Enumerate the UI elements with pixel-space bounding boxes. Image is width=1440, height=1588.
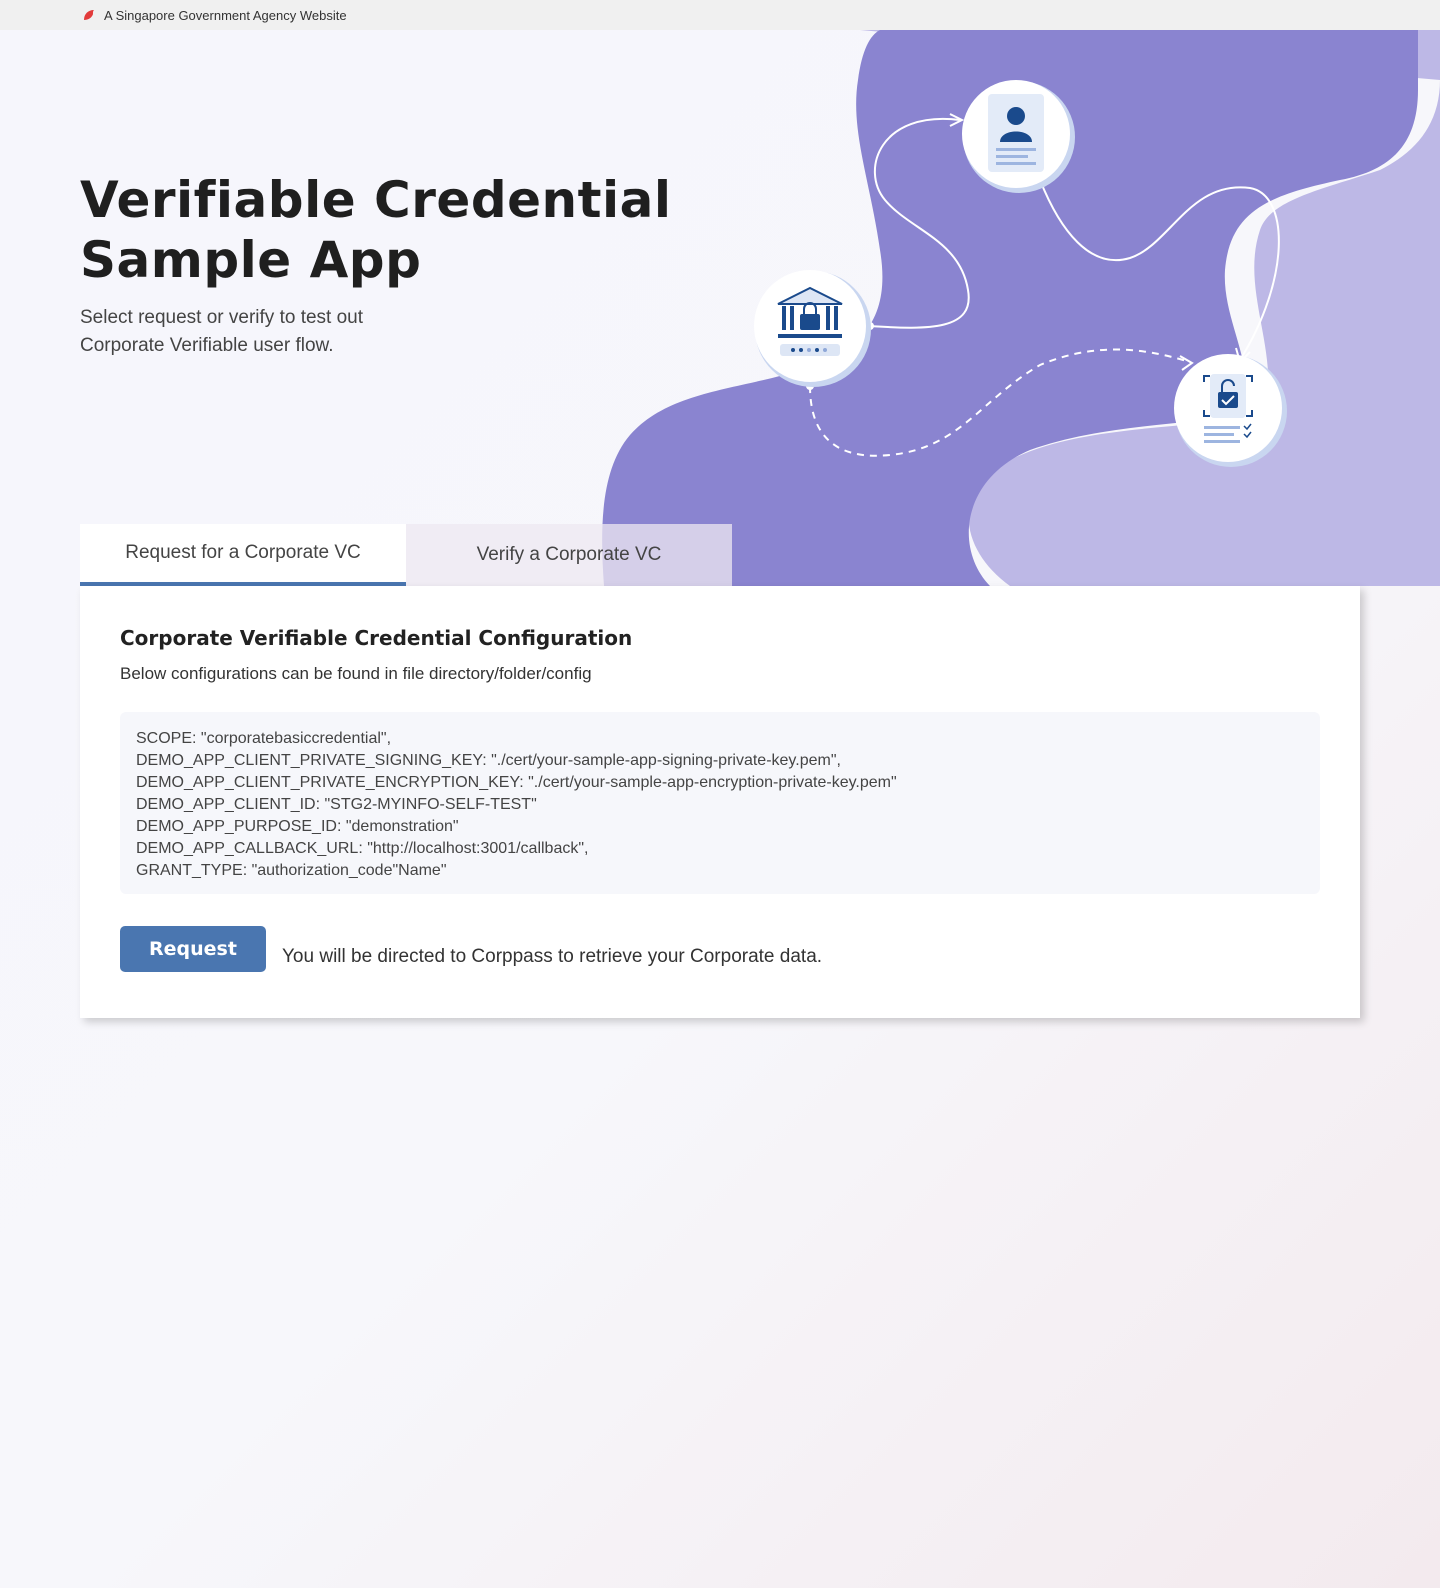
tab-bar: Request for a Corporate VC Verify a Corp…	[80, 524, 732, 586]
config-line: DEMO_APP_PURPOSE_ID: "demonstration"	[136, 818, 459, 835]
panel-heading: Corporate Verifiable Credential Configur…	[120, 626, 633, 650]
masthead: A Singapore Government Agency Website	[0, 0, 1440, 30]
request-panel: Corporate Verifiable Credential Configur…	[80, 586, 1360, 1018]
page-title-line1: Verifiable Credential	[80, 171, 672, 229]
actions-row: Request You will be directed to Corppass…	[120, 926, 1320, 972]
config-block: SCOPE: "corporatebasiccredential", DEMO_…	[120, 712, 1320, 894]
tab-request-label: Request for a Corporate VC	[125, 542, 361, 563]
config-line: SCOPE: "corporatebasiccredential",	[136, 730, 392, 747]
page-title-line2: Sample App	[80, 231, 422, 289]
tab-verify-label: Verify a Corporate VC	[476, 544, 662, 565]
tab-verify[interactable]: Verify a Corporate VC	[406, 524, 732, 586]
hero-subtitle: Select request or verify to test out Cor…	[80, 307, 364, 356]
config-line: GRANT_TYPE: "authorization_code"Name"	[136, 862, 447, 879]
config-line: DEMO_APP_CLIENT_PRIVATE_ENCRYPTION_KEY: …	[136, 774, 897, 791]
request-button[interactable]: Request	[120, 926, 266, 972]
request-note: You will be directed to Corppass to retr…	[282, 946, 823, 967]
panel-description: Below configurations can be found in fil…	[120, 664, 592, 683]
masthead-text: A Singapore Government Agency Website	[104, 7, 347, 23]
tab-request[interactable]: Request for a Corporate VC	[80, 524, 406, 586]
hero: Verifiable Credential Sample App Select …	[80, 170, 700, 360]
page-title: Verifiable Credential Sample App	[80, 170, 700, 290]
config-line: DEMO_APP_CLIENT_PRIVATE_SIGNING_KEY: "./…	[136, 752, 841, 769]
config-line: DEMO_APP_CALLBACK_URL: "http://localhost…	[136, 840, 589, 857]
lion-logo-icon	[84, 10, 94, 20]
config-line: DEMO_APP_CLIENT_ID: "STG2-MYINFO-SELF-TE…	[136, 796, 537, 813]
person-card-icon	[962, 80, 1075, 193]
bank-lock-icon	[754, 270, 871, 387]
unlock-document-icon	[1174, 354, 1287, 467]
